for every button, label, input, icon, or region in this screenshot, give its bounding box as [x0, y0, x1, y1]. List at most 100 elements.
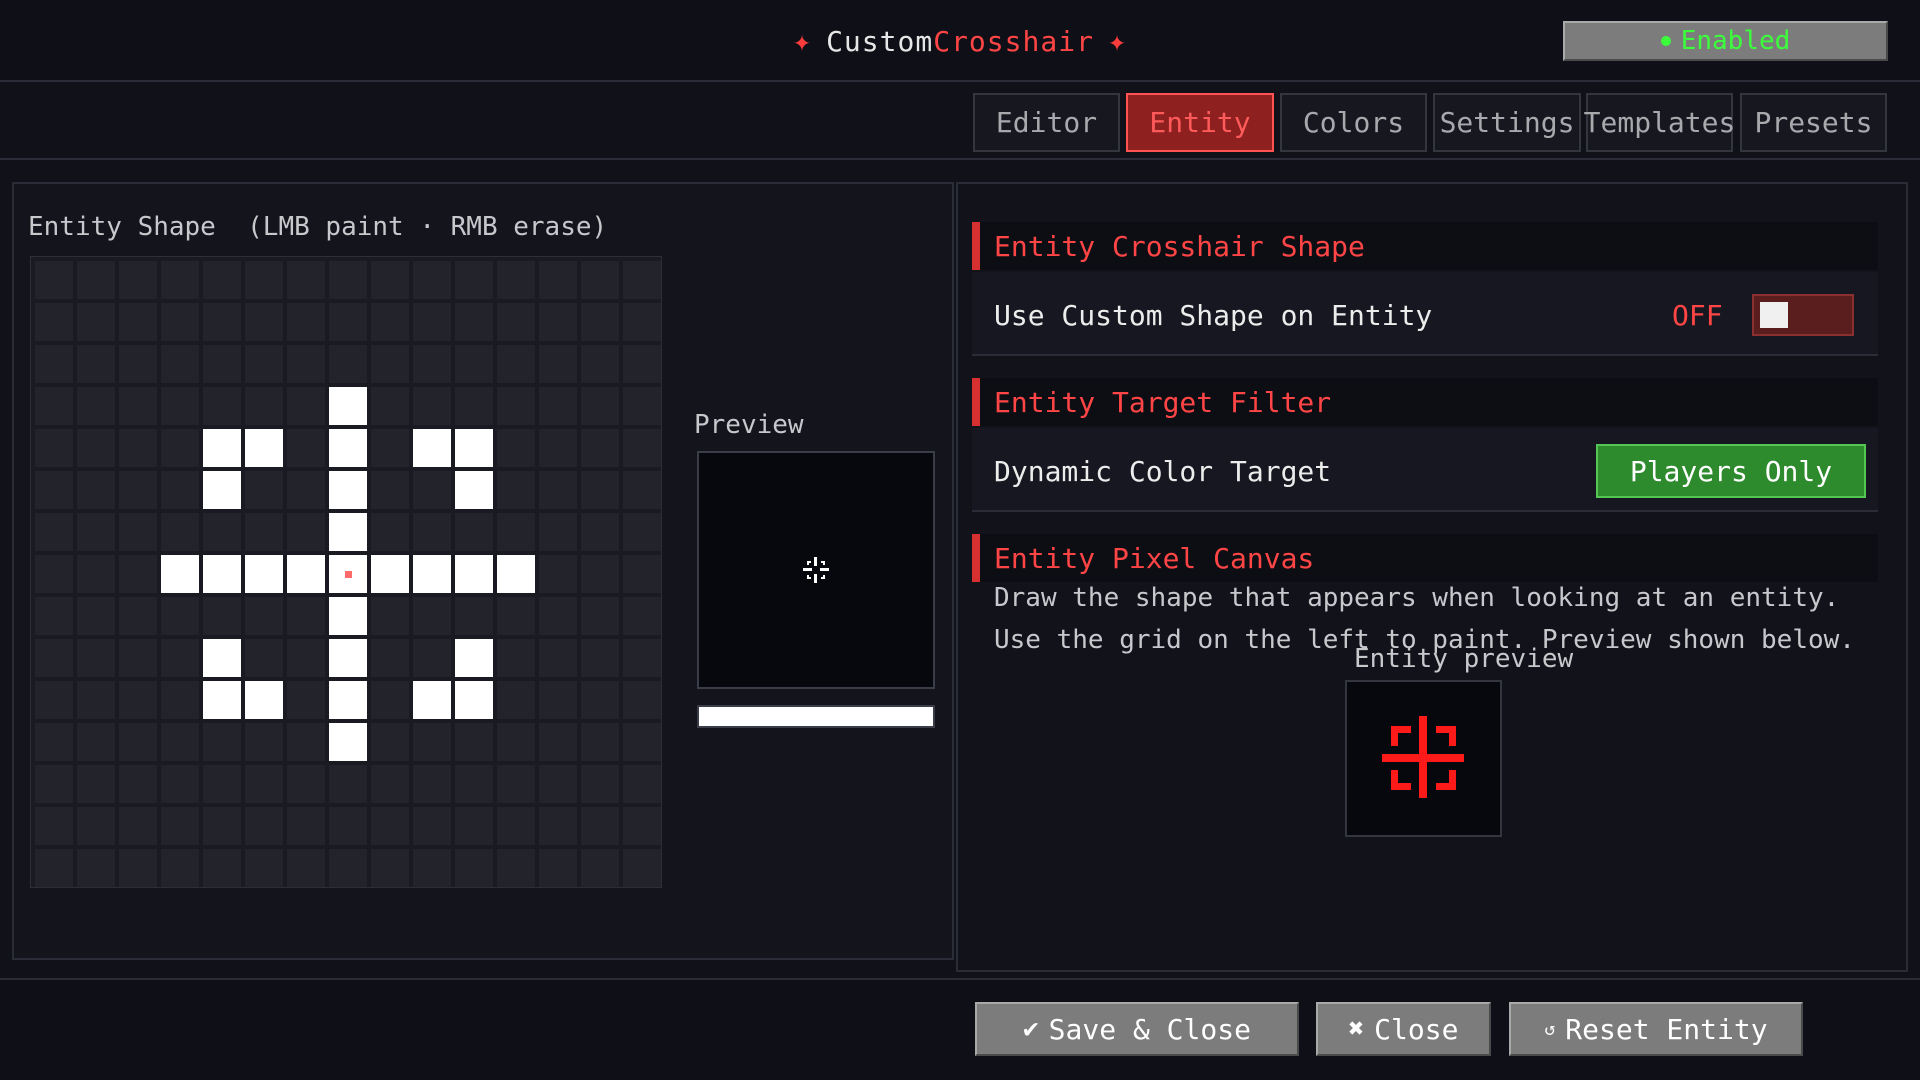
close-button[interactable]: ✖ Close [1316, 1002, 1491, 1056]
grid-cell[interactable] [119, 429, 157, 467]
grid-cell[interactable] [371, 387, 409, 425]
grid-cell[interactable] [455, 597, 493, 635]
dynamic-color-target-button[interactable]: Players Only [1596, 444, 1866, 498]
grid-cell[interactable] [623, 387, 661, 425]
grid-cell[interactable] [581, 681, 619, 719]
grid-cell[interactable] [203, 429, 241, 467]
grid-cell[interactable] [581, 765, 619, 803]
pixel-grid[interactable] [30, 256, 662, 888]
grid-cell[interactable] [413, 807, 451, 845]
grid-cell[interactable] [287, 261, 325, 299]
grid-cell[interactable] [77, 807, 115, 845]
grid-cell[interactable] [119, 765, 157, 803]
grid-cell[interactable] [623, 597, 661, 635]
grid-cell[interactable] [77, 303, 115, 341]
grid-cell[interactable] [35, 849, 73, 887]
grid-cell[interactable] [371, 723, 409, 761]
grid-cell[interactable] [329, 471, 367, 509]
grid-cell[interactable] [623, 765, 661, 803]
grid-cell[interactable] [35, 303, 73, 341]
grid-cell[interactable] [287, 387, 325, 425]
grid-cell[interactable] [455, 723, 493, 761]
grid-cell[interactable] [455, 471, 493, 509]
grid-cell[interactable] [623, 555, 661, 593]
grid-cell[interactable] [287, 807, 325, 845]
grid-cell[interactable] [497, 807, 535, 845]
tab-colors[interactable]: Colors [1280, 93, 1427, 152]
grid-cell[interactable] [581, 639, 619, 677]
grid-cell[interactable] [539, 597, 577, 635]
grid-cell[interactable] [287, 639, 325, 677]
grid-cell[interactable] [329, 807, 367, 845]
grid-cell[interactable] [35, 639, 73, 677]
grid-cell[interactable] [77, 597, 115, 635]
grid-cell[interactable] [119, 807, 157, 845]
grid-cell[interactable] [245, 849, 283, 887]
grid-cell[interactable] [497, 597, 535, 635]
grid-cell[interactable] [161, 681, 199, 719]
grid-cell[interactable] [413, 849, 451, 887]
tab-templates[interactable]: Templates [1584, 93, 1735, 152]
grid-cell[interactable] [161, 387, 199, 425]
grid-cell[interactable] [413, 765, 451, 803]
grid-cell[interactable] [77, 723, 115, 761]
grid-cell[interactable] [455, 345, 493, 383]
grid-cell[interactable] [581, 555, 619, 593]
grid-cell[interactable] [35, 261, 73, 299]
grid-cell[interactable] [413, 597, 451, 635]
grid-cell[interactable] [413, 555, 451, 593]
grid-cell[interactable] [413, 429, 451, 467]
grid-cell[interactable] [203, 681, 241, 719]
grid-cell[interactable] [161, 639, 199, 677]
grid-cell[interactable] [161, 345, 199, 383]
grid-cell[interactable] [539, 723, 577, 761]
grid-cell[interactable] [161, 765, 199, 803]
grid-cell[interactable] [413, 261, 451, 299]
grid-cell[interactable] [329, 513, 367, 551]
tab-entity[interactable]: Entity [1126, 93, 1274, 152]
tab-editor[interactable]: Editor [973, 93, 1120, 152]
grid-cell[interactable] [329, 723, 367, 761]
grid-cell[interactable] [161, 555, 199, 593]
grid-cell[interactable] [287, 429, 325, 467]
grid-cell[interactable] [161, 513, 199, 551]
grid-cell[interactable] [455, 555, 493, 593]
grid-cell[interactable] [539, 429, 577, 467]
grid-cell[interactable] [539, 849, 577, 887]
grid-cell[interactable] [371, 807, 409, 845]
grid-cell[interactable] [203, 849, 241, 887]
grid-cell[interactable] [497, 303, 535, 341]
grid-cell[interactable] [161, 723, 199, 761]
grid-cell[interactable] [413, 681, 451, 719]
grid-cell[interactable] [371, 513, 409, 551]
grid-cell[interactable] [329, 597, 367, 635]
grid-cell[interactable] [245, 555, 283, 593]
grid-cell[interactable] [119, 303, 157, 341]
grid-cell[interactable] [455, 261, 493, 299]
grid-cell[interactable] [371, 471, 409, 509]
grid-cell[interactable] [623, 513, 661, 551]
grid-cell[interactable] [581, 345, 619, 383]
grid-cell[interactable] [119, 345, 157, 383]
grid-cell[interactable] [413, 387, 451, 425]
grid-cell[interactable] [329, 345, 367, 383]
grid-cell[interactable] [581, 513, 619, 551]
grid-cell[interactable] [623, 681, 661, 719]
grid-cell[interactable] [77, 513, 115, 551]
grid-cell[interactable] [581, 387, 619, 425]
grid-cell[interactable] [203, 597, 241, 635]
grid-cell[interactable] [203, 345, 241, 383]
grid-cell[interactable] [371, 639, 409, 677]
grid-cell[interactable] [35, 555, 73, 593]
grid-cell[interactable] [497, 471, 535, 509]
grid-cell[interactable] [581, 723, 619, 761]
grid-cell[interactable] [287, 303, 325, 341]
grid-cell[interactable] [245, 303, 283, 341]
grid-cell[interactable] [623, 723, 661, 761]
grid-cell[interactable] [497, 555, 535, 593]
use-custom-shape-toggle[interactable] [1752, 294, 1854, 336]
grid-cell[interactable] [245, 387, 283, 425]
grid-cell[interactable] [35, 681, 73, 719]
grid-cell[interactable] [245, 429, 283, 467]
grid-cell[interactable] [371, 555, 409, 593]
